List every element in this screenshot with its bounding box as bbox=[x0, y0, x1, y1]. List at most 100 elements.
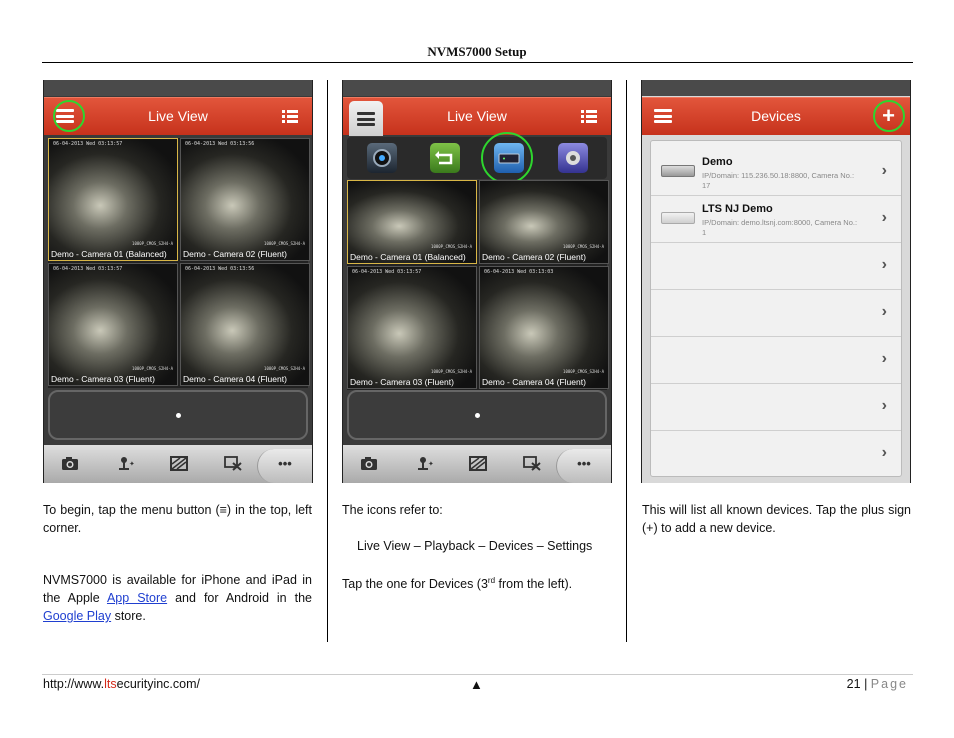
image-quality-icon[interactable] bbox=[170, 456, 188, 471]
camera-label: Demo - Camera 01 (Balanced) bbox=[350, 252, 466, 262]
camera-id: 1080P_CMOS_S2H4-A bbox=[132, 366, 173, 371]
close-all-icon[interactable] bbox=[523, 456, 541, 471]
camera-timestamp: 06-04-2013 Wed 03:13:57 bbox=[53, 266, 123, 272]
list-icon[interactable] bbox=[581, 110, 597, 123]
google-play-link[interactable]: Google Play bbox=[43, 609, 111, 623]
playback-icon[interactable] bbox=[430, 143, 460, 173]
device-row-empty[interactable]: › bbox=[651, 431, 901, 478]
camera-timestamp: 06-04-2013 Wed 03:13:56 bbox=[185, 141, 255, 147]
camera-label: Demo - Camera 04 (Fluent) bbox=[482, 377, 586, 387]
separator: | bbox=[864, 677, 868, 691]
dvr-icon bbox=[661, 165, 695, 177]
camera-label: Demo - Camera 02 (Fluent) bbox=[183, 249, 287, 259]
col1-para1: To begin, tap the menu button (≡) in the… bbox=[43, 503, 312, 535]
ptz-icon[interactable]: ✦ bbox=[415, 456, 433, 471]
more-button[interactable]: ••• bbox=[556, 449, 611, 483]
camera-tile[interactable]: 1080P_CMOS_S2H4-A Demo - Camera 02 (Flue… bbox=[479, 180, 609, 264]
screenshot-live-view: Live View 06-04-2013 Wed 03:13:57 1080P_… bbox=[43, 80, 313, 483]
menu-toolbar bbox=[347, 137, 607, 179]
more-button[interactable]: ••• bbox=[257, 449, 312, 483]
nav-bar: Live View bbox=[343, 97, 611, 136]
dvr-icon bbox=[661, 212, 695, 224]
superscript: rd bbox=[487, 576, 496, 585]
text-span: store. bbox=[111, 609, 146, 623]
camera-icon[interactable] bbox=[61, 456, 79, 471]
highlight-circle bbox=[53, 100, 85, 132]
camera-id: 1080P_CMOS_S2H4-A bbox=[563, 369, 604, 374]
device-info: IP/Domain: 115.236.50.18:8800, Camera No… bbox=[702, 171, 855, 190]
nav-title: Devices bbox=[751, 108, 801, 124]
up-arrow-icon[interactable]: ▲ bbox=[470, 677, 483, 692]
camera-timestamp: 06-04-2013 Wed 03:13:03 bbox=[484, 269, 554, 275]
chevron-right-icon: › bbox=[881, 444, 887, 461]
status-bar bbox=[642, 80, 910, 96]
highlight-circle bbox=[873, 100, 905, 132]
document-title: NVMS7000 Setup bbox=[427, 44, 527, 59]
ptz-pad[interactable] bbox=[48, 390, 308, 440]
camera-tile[interactable]: 06-04-2013 Wed 03:13:57 1080P_CMOS_S2H4-… bbox=[48, 263, 178, 386]
svg-text:✦: ✦ bbox=[129, 460, 134, 468]
col2-icon-list: Live View – Playback – Devices – Setting… bbox=[357, 539, 593, 553]
device-row[interactable]: Demo IP/Domain: 115.236.50.18:8800, Came… bbox=[651, 149, 901, 196]
camera-tile[interactable]: 06-04-2013 Wed 03:13:57 1080P_CMOS_S2H4-… bbox=[347, 266, 477, 389]
chevron-right-icon: › bbox=[881, 256, 887, 273]
list-icon[interactable] bbox=[282, 110, 298, 123]
app-store-link[interactable]: App Store bbox=[107, 591, 167, 605]
col1-para2: NVMS7000 is available for iPhone and iPa… bbox=[43, 571, 312, 625]
camera-id: 1080P_CMOS_S2H4-A bbox=[431, 369, 472, 374]
device-row-empty[interactable]: › bbox=[651, 384, 901, 431]
col2-para3: Tap the one for Devices (3rd from the le… bbox=[342, 572, 612, 593]
ptz-icon[interactable]: ✦ bbox=[116, 456, 134, 471]
text-span: and for Android in the bbox=[167, 591, 313, 605]
page-dot bbox=[176, 413, 181, 418]
camera-tile[interactable]: 06-04-2013 Wed 03:13:56 1080P_CMOS_S2H4-… bbox=[180, 138, 310, 261]
page-number: 21 | Page bbox=[847, 677, 908, 691]
chevron-right-icon: › bbox=[881, 303, 887, 320]
screenshot-devices: Devices + Demo IP/Domain: 115.236.50.18:… bbox=[641, 80, 911, 483]
chevron-right-icon: › bbox=[881, 162, 887, 179]
device-row-empty[interactable]: › bbox=[651, 290, 901, 337]
camera-tile[interactable]: 06-04-2013 Wed 03:13:56 1080P_CMOS_S2H4-… bbox=[180, 263, 310, 386]
device-row-empty[interactable]: › bbox=[651, 337, 901, 384]
footer-rule bbox=[42, 674, 913, 675]
col2-para1: The icons refer to: bbox=[342, 503, 443, 517]
device-list: Demo IP/Domain: 115.236.50.18:8800, Came… bbox=[650, 140, 902, 477]
url-part: ecurityinc.com/ bbox=[116, 677, 200, 691]
settings-icon[interactable] bbox=[558, 143, 588, 173]
camera-label: Demo - Camera 03 (Fluent) bbox=[51, 374, 155, 384]
url-part: http://www. bbox=[43, 677, 105, 691]
bottom-toolbar: ✦ ••• bbox=[44, 445, 312, 483]
camera-timestamp: 06-04-2013 Wed 03:13:57 bbox=[53, 141, 123, 147]
footer-url[interactable]: http://www.ltsecurityinc.com/ bbox=[43, 677, 200, 691]
column-divider-2 bbox=[626, 80, 627, 642]
ptz-pad[interactable] bbox=[347, 390, 607, 440]
nav-title: Live View bbox=[447, 108, 507, 124]
device-name: LTS NJ Demo bbox=[702, 203, 773, 215]
device-info: IP/Domain: demo.ltsnj.com:8000, Camera N… bbox=[702, 218, 858, 237]
close-all-icon[interactable] bbox=[224, 456, 242, 471]
col3-para1: This will list all known devices. Tap th… bbox=[642, 503, 911, 535]
camera-id: 1080P_CMOS_S2H4-A bbox=[264, 366, 305, 371]
camera-id: 1080P_CMOS_S2H4-A bbox=[563, 244, 604, 249]
highlight-circle bbox=[481, 132, 533, 184]
camera-tile[interactable]: 06-04-2013 Wed 03:13:57 1080P_CMOS_S2H4-… bbox=[48, 138, 178, 261]
live-view-icon[interactable] bbox=[367, 143, 397, 173]
image-quality-icon[interactable] bbox=[469, 456, 487, 471]
camera-tile[interactable]: 1080P_CMOS_S2H4-A Demo - Camera 01 (Bala… bbox=[347, 180, 477, 264]
device-row-empty[interactable]: › bbox=[651, 243, 901, 290]
nav-bar: Devices + bbox=[642, 97, 910, 135]
camera-id: 1080P_CMOS_S2H4-A bbox=[264, 241, 305, 246]
camera-tile[interactable]: 06-04-2013 Wed 03:13:03 1080P_CMOS_S2H4-… bbox=[479, 266, 609, 389]
device-name: Demo bbox=[702, 156, 733, 168]
camera-icon[interactable] bbox=[360, 456, 378, 471]
text-span: Tap the one for Devices (3 bbox=[342, 577, 488, 592]
device-row[interactable]: LTS NJ Demo IP/Domain: demo.ltsnj.com:80… bbox=[651, 196, 901, 243]
text-span: from the left). bbox=[495, 577, 573, 592]
bottom-toolbar: ✦ ••• bbox=[343, 445, 611, 483]
camera-timestamp: 06-04-2013 Wed 03:13:56 bbox=[185, 266, 255, 272]
camera-grid: 06-04-2013 Wed 03:13:57 1080P_CMOS_S2H4-… bbox=[48, 138, 310, 388]
status-bar bbox=[343, 80, 611, 96]
chevron-right-icon: › bbox=[881, 209, 887, 226]
header-rule bbox=[42, 62, 913, 63]
camera-label: Demo - Camera 01 (Balanced) bbox=[51, 249, 167, 259]
